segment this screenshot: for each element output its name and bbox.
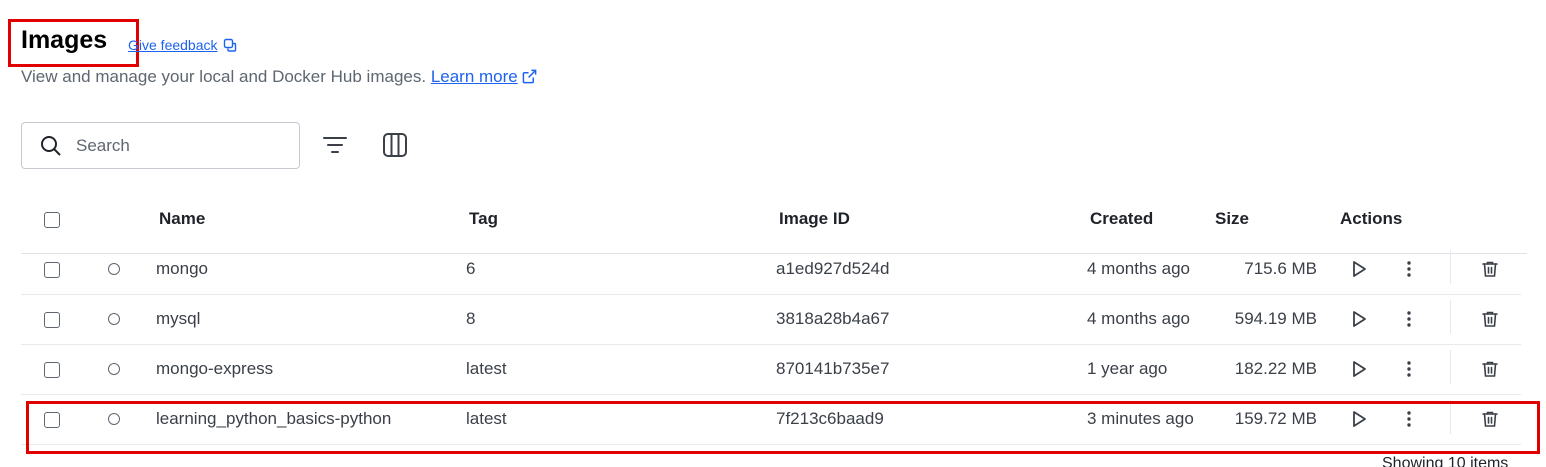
play-icon (1353, 361, 1366, 377)
run-button[interactable] (1348, 308, 1370, 330)
column-header-tag[interactable]: Tag (469, 209, 498, 229)
delete-button[interactable] (1479, 358, 1501, 380)
column-header-actions: Actions (1340, 209, 1403, 228)
column-header-created[interactable]: Created (1090, 209, 1153, 229)
give-feedback-link[interactable]: Give feedback (128, 37, 237, 53)
search-box[interactable] (21, 122, 300, 169)
more-actions-button[interactable] (1398, 358, 1420, 380)
subtitle-text: View and manage your local and Docker Hu… (21, 67, 431, 86)
search-icon (41, 135, 61, 156)
image-tag: latest (466, 359, 507, 378)
row-checkbox[interactable] (44, 262, 60, 278)
search-input[interactable] (76, 135, 276, 156)
table-row[interactable]: mongo 6 a1ed927d524d 4 months ago 715.6 … (21, 245, 1521, 295)
row-checkbox[interactable] (44, 362, 60, 378)
image-id: 3818a28b4a67 (776, 309, 890, 328)
trash-icon (1482, 361, 1498, 377)
columns-button[interactable] (380, 130, 410, 160)
actions-divider (1450, 250, 1451, 284)
table-row[interactable]: mysql 8 3818a28b4a67 4 months ago 594.19… (21, 295, 1521, 345)
items-count: Showing 10 items (1382, 455, 1509, 467)
row-highlight-box (26, 401, 1540, 454)
row-checkbox[interactable] (44, 312, 60, 328)
delete-button[interactable] (1479, 308, 1501, 330)
select-all-checkbox[interactable] (44, 212, 60, 228)
image-size: 715.6 MB (1244, 259, 1317, 278)
image-created: 4 months ago (1087, 259, 1191, 278)
play-icon (1353, 311, 1366, 327)
filter-icon (323, 137, 347, 153)
image-tag: 6 (466, 259, 476, 278)
kebab-menu-icon (1407, 361, 1411, 377)
image-name[interactable]: mongo-express (156, 359, 273, 379)
filter-button[interactable] (320, 130, 350, 160)
learn-more-link[interactable]: Learn more (431, 67, 518, 86)
give-feedback-label: Give feedback (128, 37, 218, 53)
column-header-name[interactable]: Name (159, 209, 205, 229)
image-status-indicator (108, 263, 120, 275)
actions-divider (1450, 350, 1451, 384)
column-header-image-id[interactable]: Image ID (779, 209, 850, 229)
image-status-indicator (108, 363, 120, 375)
image-created: 4 months ago (1087, 309, 1191, 328)
image-created: 1 year ago (1087, 359, 1168, 378)
page-title: Images (21, 26, 108, 54)
table-row[interactable]: mongo-express latest 870141b735e7 1 year… (21, 345, 1521, 395)
image-name[interactable]: mongo (156, 259, 208, 279)
external-link-icon[interactable] (522, 69, 537, 84)
kebab-menu-icon (1407, 261, 1411, 277)
page-subtitle: View and manage your local and Docker Hu… (21, 67, 537, 87)
actions-divider (1450, 300, 1451, 334)
trash-icon (1482, 261, 1498, 277)
image-tag: 8 (466, 309, 476, 328)
image-name[interactable]: mysql (156, 309, 200, 329)
run-button[interactable] (1348, 258, 1370, 280)
columns-icon (383, 133, 407, 157)
image-size: 182.22 MB (1234, 359, 1317, 378)
kebab-menu-icon (1407, 311, 1411, 327)
feedback-icon (223, 38, 236, 52)
more-actions-button[interactable] (1398, 258, 1420, 280)
image-size: 594.19 MB (1234, 309, 1317, 328)
column-header-size[interactable]: Size (1215, 209, 1249, 229)
image-id: 870141b735e7 (776, 359, 890, 378)
play-icon (1353, 261, 1366, 277)
delete-button[interactable] (1479, 258, 1501, 280)
image-status-indicator (108, 313, 120, 325)
more-actions-button[interactable] (1398, 308, 1420, 330)
image-id: a1ed927d524d (776, 259, 890, 278)
trash-icon (1482, 311, 1498, 327)
run-button[interactable] (1348, 358, 1370, 380)
